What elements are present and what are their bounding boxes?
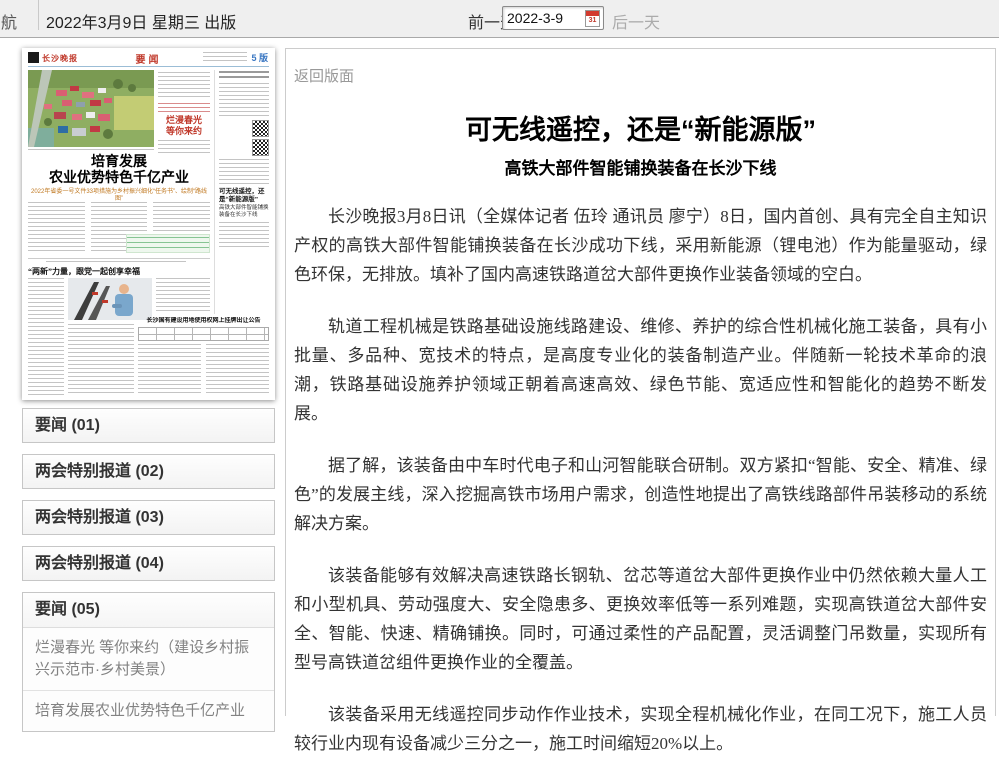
text-lines-placeholder: [158, 72, 210, 100]
sidebar-section-lianghui-02[interactable]: 两会特别报道 (02): [22, 454, 275, 489]
next-day-link-disabled: 后一天: [612, 9, 660, 33]
notice-grid: [138, 327, 269, 341]
article-subtitle: 高铁大部件智能铺换装备在长沙下线: [294, 154, 987, 179]
qr-code: [252, 120, 269, 137]
text-lines-placeholder: [138, 344, 201, 396]
sidebar: 长沙晚报 要闻 5 版: [22, 48, 275, 732]
thumb-headline-1: 培育发展 农业优势特色千亿产业: [28, 155, 210, 187]
sidebar-section-lianghui-04[interactable]: 两会特别报道 (04): [22, 546, 275, 581]
thumb-right-column: 可无线遥控，还是“新能源版” 高铁大部件智能铺换装备在长沙下线: [219, 71, 269, 248]
date-picker-box[interactable]: 31: [502, 6, 604, 30]
article-paragraph: 该装备能够有效解决高速铁路长钢轨、岔芯等道岔大部件更换作业中仍然依赖大量人工和小…: [294, 561, 987, 677]
calendar-icon-day: 31: [586, 16, 599, 25]
mini-headline-placeholder: [219, 71, 269, 80]
text-lines-placeholder: [28, 202, 85, 254]
highlight-title-line2: 等你来约: [158, 126, 210, 137]
article-paragraph: 长沙晚报3月8日讯（全媒体记者 伍玲 通讯员 廖宁）8日，国内首创、具有完全自主…: [294, 202, 987, 289]
notice-text-columns: [138, 344, 269, 396]
sidebar-article-link[interactable]: 培育发展农业优势特色千亿产业: [23, 691, 274, 731]
back-to-page-link[interactable]: 返回版面: [294, 65, 354, 86]
date-input[interactable]: [507, 9, 579, 27]
text-lines-placeholder: [158, 140, 210, 156]
worker-photo: [68, 278, 152, 320]
toolbar-divider: [38, 0, 39, 30]
mini-article-title: 可无线遥控，还是“新能源版”: [219, 188, 269, 204]
public-notice-table: 长沙国有建设用地使用权网上挂牌出让公告: [138, 317, 269, 396]
thumb-middle-column: 烂漫春光 等你来约: [158, 72, 210, 156]
sidebar-section-lianghui-03[interactable]: 两会特别报道 (03): [22, 500, 275, 535]
text-lines-placeholder: [206, 344, 269, 396]
page-thumbnail[interactable]: 长沙晚报 要闻 5 版: [22, 48, 275, 400]
text-lines-placeholder: [219, 222, 269, 248]
article-paragraph: 轨道工程机械是铁路基础设施线路建设、维修、养护的综合性机械化施工装备，具有小批量…: [294, 312, 987, 428]
calendar-icon[interactable]: 31: [585, 10, 600, 27]
article-title: 可无线遥控，还是“新能源版”: [294, 108, 987, 147]
column-divider: [214, 70, 215, 314]
highlight-title-line1: 烂漫春光: [158, 115, 210, 126]
thumb-headline-1-line2: 农业优势特色千亿产业: [28, 171, 210, 187]
article-paragraph: 该装备采用无线遥控同步动作作业技术，实现全程机械化作业，在同工况下，施工人员较行…: [294, 700, 987, 758]
photo-caption-placeholder: [28, 149, 154, 153]
article-paragraph: 据了解，该装备由中车时代电子和山河智能联合研制。双方紧扣“智能、安全、精准、绿色…: [294, 451, 987, 538]
thumb-subhead-1: 2022年省委一号文件33项措施为乡村振兴细化“任务书”、绘制“路线图”: [30, 189, 208, 203]
thumb-page-number: 5 版: [251, 51, 268, 64]
mini-article-subtitle: 高铁大部件智能铺换装备在长沙下线: [219, 205, 269, 219]
text-lines-placeholder: [28, 278, 64, 396]
sidebar-article-link[interactable]: 烂漫春光 等你来约（建设乡村振兴示范市·乡村美景）: [23, 628, 274, 691]
section-divider: [28, 258, 210, 259]
village-aerial-photo: [28, 70, 154, 147]
text-lines-placeholder: [203, 52, 247, 62]
article-panel: 返回版面 可无线遥控，还是“新能源版” 高铁大部件智能铺换装备在长沙下线 长沙晚…: [285, 48, 996, 716]
sidebar-section-yaowen-01[interactable]: 要闻 (01): [22, 408, 275, 443]
inline-ad-banner: [126, 234, 210, 253]
nav-partial-text[interactable]: 航: [1, 9, 17, 33]
top-toolbar: 航 2022年3月9日 星期三 出版 前一天 31 后一天: [0, 0, 999, 38]
text-lines-placeholder: [68, 324, 134, 396]
text-lines-placeholder: [158, 103, 210, 113]
notice-title: 长沙国有建设用地使用权网上挂牌出让公告: [138, 317, 269, 325]
text-lines-placeholder: [219, 159, 269, 185]
sidebar-section-yaowen-05[interactable]: 要闻 (05): [23, 593, 274, 628]
thumb-headline-1-line1: 培育发展: [28, 155, 210, 171]
qr-code: [252, 139, 269, 156]
sidebar-section-yaowen-05-box: 要闻 (05) 烂漫春光 等你来约（建设乡村振兴示范市·乡村美景） 培育发展农业…: [22, 592, 275, 732]
kicker-placeholder: [46, 261, 186, 265]
masthead-rule: [28, 66, 269, 67]
thumb-headline-2: “两新”力量，跟党一起创享幸福: [28, 267, 160, 276]
text-lines-placeholder: [156, 278, 210, 314]
text-lines-placeholder: [219, 83, 269, 117]
article-body: 长沙晚报3月8日讯（全媒体记者 伍玲 通讯员 廖宁）8日，国内首创、具有完全自主…: [294, 202, 987, 758]
publish-date-text: 2022年3月9日 星期三 出版: [46, 9, 236, 33]
